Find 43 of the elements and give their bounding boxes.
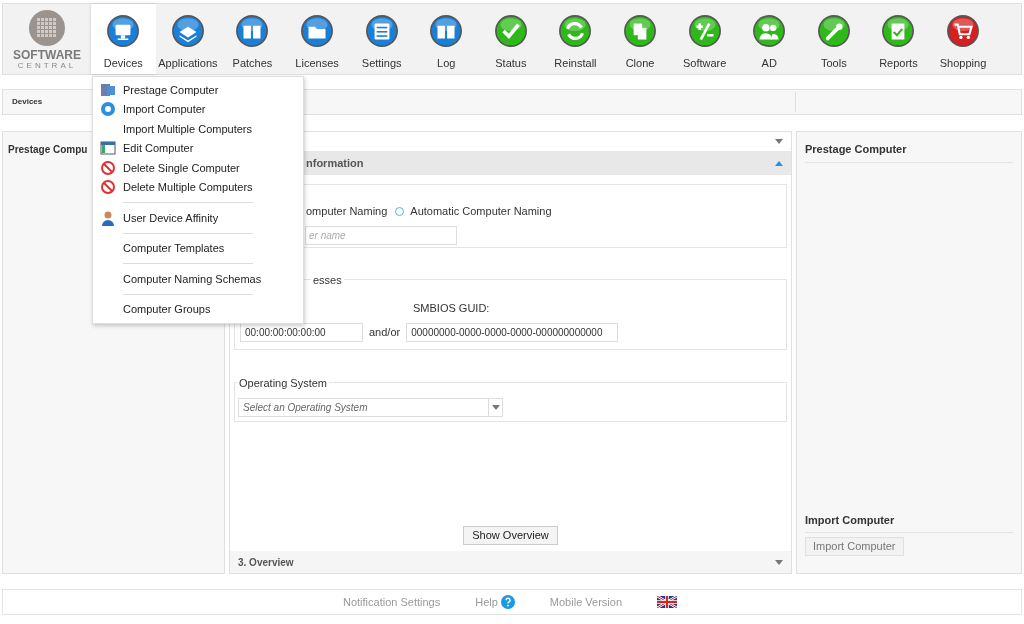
mac-address-field[interactable]: 00:00:00:00:00:00 [240,322,363,342]
menu-item[interactable]: Prestage Computer [93,80,303,100]
breadcrumb: Devices [12,96,43,108]
radio-label: Automatic Computer Naming [410,204,552,219]
person-icon [100,209,116,226]
logo-tagline: CENTRAL [17,62,77,70]
logo[interactable]: SOFTWARE CENTRAL [3,4,91,74]
import-computer-button[interactable]: Import Computer [805,537,904,556]
menu-item[interactable]: Import Multiple Computers [93,119,303,139]
disc-icon [100,101,116,118]
prohibited-icon [100,159,116,176]
menu-item[interactable]: Computer Groups [93,299,303,319]
panel-title: Prestage Computer [805,141,1013,163]
expand-caret-icon[interactable] [775,559,783,565]
computer-icon [100,81,116,98]
section-header[interactable]: 3. Overview [230,551,791,573]
joiner-text: and/or [369,324,401,340]
menu-item[interactable]: Delete Multiple Computers [93,177,303,197]
radio-label: omputer Naming [306,204,388,219]
field-label: SMBIOS GUID: [413,302,490,314]
logo-wordmark: SOFTWARE [13,49,81,61]
prohibited-icon [100,179,116,196]
flag-icon[interactable] [657,596,677,608]
panel-title: Prestage Compu [8,144,88,155]
section-title: nformation [306,155,364,171]
radio-button[interactable] [395,206,405,216]
menu-item[interactable]: Import Computer [93,99,303,119]
computer-name-field[interactable]: er name [305,225,457,245]
panel-title: Import Computer [805,511,1013,533]
logo-globe-icon [28,9,66,47]
menu-item[interactable]: Computer Templates [93,238,303,258]
expand-caret-icon[interactable] [775,160,783,166]
operating-system-select[interactable]: Select an Operating System [238,398,503,417]
menu-item[interactable]: User Device Affinity [93,208,303,228]
nav-button[interactable]: Devices [91,4,156,74]
menu-item[interactable]: Computer Naming Schemas [93,269,303,289]
smbios-guid-field[interactable]: 00000000-0000-0000-0000-000000000000 [406,322,619,342]
window-icon [100,140,116,157]
section-title: 3. Overview [238,555,294,570]
show-overview-button[interactable]: Show Overview [463,526,558,545]
collapse-caret-icon[interactable] [775,139,783,144]
dropdown-caret-icon[interactable] [491,405,500,410]
help-icon[interactable] [500,595,515,609]
